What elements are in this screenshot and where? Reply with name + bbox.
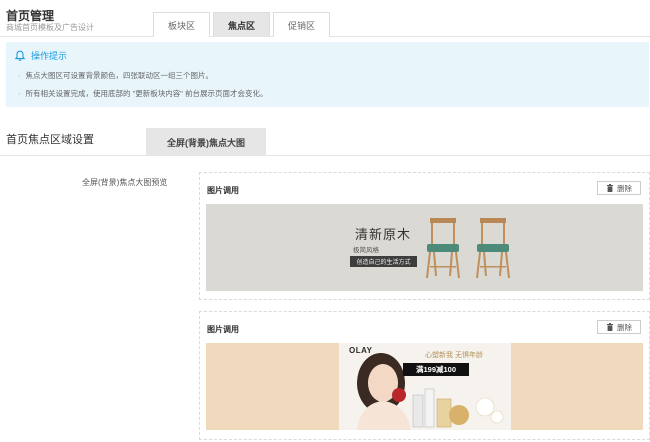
image-block-heading: 图片调用 xyxy=(207,186,239,195)
page-header: 首页管理 商城首页模板及广告设计 板块区 焦点区 促销区 xyxy=(0,0,650,37)
banner-tagline: 创造自己的生活方式 xyxy=(350,256,417,267)
section-title: 首页焦点区域设置 xyxy=(6,134,94,146)
image-block: 图片调用 删除 清新原木 极简风格 创造自己的生活方式 xyxy=(199,172,650,300)
bell-icon xyxy=(14,50,26,61)
tab-fullscreen-focus-image[interactable]: 全屏(背景)焦点大图 xyxy=(146,128,266,156)
delete-button[interactable]: 删除 xyxy=(597,320,641,334)
tab-promotion-area[interactable]: 促销区 xyxy=(273,12,330,37)
section-divider xyxy=(0,155,650,156)
top-tabs: 板块区 焦点区 促销区 xyxy=(153,12,333,37)
trash-icon xyxy=(607,184,613,192)
banner-subtitle: 极简风格 xyxy=(353,246,379,254)
banner-artwork: OLAY 心塑新我 无惧年龄 满199减100 xyxy=(339,343,511,430)
banner-slogan: 心塑新我 无惧年龄 xyxy=(425,352,483,359)
preview-label: 全屏(背景)焦点大图预览 xyxy=(82,178,168,187)
tip-item: 焦点大图区可设置背景颜色，四张联动区一组三个图片。 xyxy=(18,70,214,81)
delete-label: 删除 xyxy=(617,322,632,332)
brand-logo: OLAY xyxy=(349,346,373,355)
delete-label: 删除 xyxy=(617,183,632,193)
banner-image-wood[interactable]: 清新原木 极简风格 创造自己的生活方式 xyxy=(206,204,643,291)
image-block: 图片调用 删除 OLAY 心塑新我 无惧年龄 满199减100 xyxy=(199,311,650,440)
promo-badge: 满199减100 xyxy=(403,363,469,376)
banner-title: 清新原木 xyxy=(355,228,412,243)
tips-title: 操作提示 xyxy=(31,51,68,61)
page-subtitle: 商城首页模板及广告设计 xyxy=(6,23,94,32)
operation-tips-panel: 操作提示 焦点大图区可设置背景颜色，四张联动区一组三个图片。 所有相关设置完成，… xyxy=(6,42,649,107)
tip-item: 所有相关设置完成，使用底部的 "更新板块内容" 前台展示页面才会变化。 xyxy=(18,88,268,99)
chair-illustration xyxy=(426,218,510,279)
tab-module-area[interactable]: 板块区 xyxy=(153,12,210,37)
tips-header[interactable]: 操作提示 xyxy=(14,49,67,62)
trash-icon xyxy=(607,323,613,331)
tab-focus-area[interactable]: 焦点区 xyxy=(213,12,270,37)
image-block-heading: 图片调用 xyxy=(207,325,239,334)
delete-button[interactable]: 删除 xyxy=(597,181,641,195)
banner-image-olay[interactable]: OLAY 心塑新我 无惧年龄 满199减100 xyxy=(206,343,643,430)
